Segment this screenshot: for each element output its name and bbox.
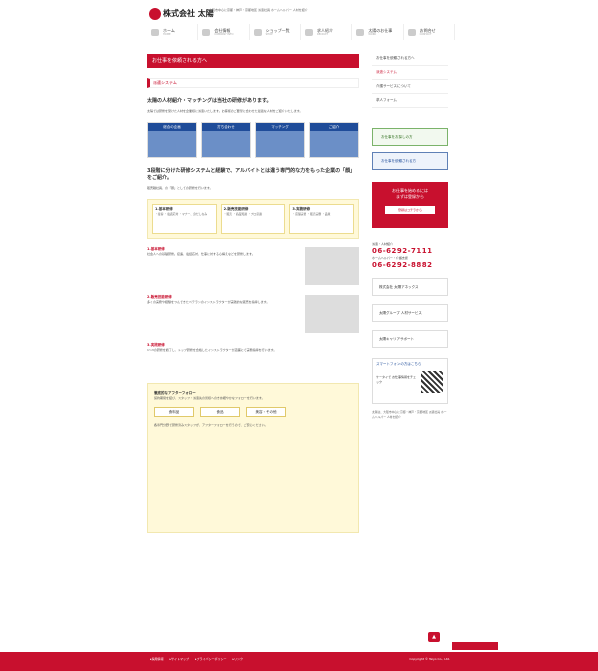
shop-icon <box>253 28 262 36</box>
flow-step: 総合の企画 <box>147 122 197 158</box>
header-tagline: 大阪市中心に京都・神戸・京都地区 派遣社員 ホームヘルパー 人材を紹介 <box>209 8 308 12</box>
find-work-button[interactable]: お仕事をお探しの方 <box>372 128 448 146</box>
banner-annex[interactable]: 株式会社 太陽アネックス <box>372 278 448 296</box>
intro-text: 太陽では研修を受けた人材を企業様に派遣いたします。お客様のご要望に合わせた最適な… <box>147 109 303 113</box>
sidebar-item-form[interactable]: 求人フォーム <box>372 94 448 108</box>
nav-item-shop[interactable]: ショップ一覧 SHOP <box>250 24 301 40</box>
step-image <box>256 131 304 157</box>
page-title: お仕事を依頼される方へ <box>147 54 359 68</box>
section-label: 派遣システム <box>147 78 359 88</box>
nav-item-home[interactable]: ホーム HOME <box>147 24 199 40</box>
footer-links: ▸採用情報 ▸サイトマップ ▸プライバシーポリシー ▸リンク <box>150 657 243 662</box>
sidebar-item-system[interactable]: 派遣システム <box>372 66 448 80</box>
city-skyline-icon <box>452 624 498 650</box>
heading-training: 3段階に分けた研修システムと経験で、アルバイトとは違う専門的な力をもった企業の「… <box>147 168 356 181</box>
staff-photo <box>305 247 359 285</box>
staff-photo <box>305 295 359 333</box>
sidebar-item-care[interactable]: 介護サービスについて <box>372 80 448 94</box>
training-boxes: 1.基本研修 ・接客 ・電話応対 ・マナー、身だしなみ 2.販売技能研修 ・販売 ・… <box>147 199 359 239</box>
category-tags: 食料品 食品 美容・その他 <box>154 407 352 417</box>
footer-link[interactable]: ▸リンク <box>232 657 243 662</box>
footer-link[interactable]: ▸プライバシーポリシー <box>195 657 226 662</box>
tag-foodstuff: 食料品 <box>154 407 194 417</box>
section-basic: 1.基本研修 社会人への基礎研修。接遇、電話応対、仕事に対する心構えなどを研修し… <box>147 247 359 287</box>
site-footer: ▸採用情報 ▸サイトマップ ▸プライバシーポリシー ▸リンク Copyright… <box>0 652 598 671</box>
copyright: Copyright © Taiyo Co., Ltd. <box>409 657 450 661</box>
section-sales: 2.販売技能研修 多くの実務や経験をつんできたベテランのインストラクターが実践的… <box>147 295 359 335</box>
tag-beauty: 美容・その他 <box>246 407 286 417</box>
site-header: 株式会社 太陽 大阪市中心に京都・神戸・京都地区 派遣社員 ホームヘルパー 人材… <box>147 6 447 22</box>
training-box: 3.実務研修 ・店舗実習 ・販売実務 ・品質 <box>289 204 355 234</box>
banner-career[interactable]: 太陽キャリアサポート <box>372 330 448 348</box>
briefcase-icon <box>356 28 365 36</box>
training-text: 販売職社員、の「顔」としての研修を行います。 <box>147 186 213 190</box>
flow-step: マッチング <box>255 122 305 158</box>
footer-link[interactable]: ▸採用情報 <box>150 657 164 662</box>
company-address: 太陽は、大阪市中心に京都・神戸・京都地区 派遣社員 ホームヘルパー 人材を紹介 <box>372 410 447 419</box>
register-cta: お仕事を始めるには まずは登録から 登録はコチラから <box>372 182 448 228</box>
home-icon <box>151 28 159 36</box>
step-image <box>148 131 196 157</box>
phone-number[interactable]: 06-6292-8882 <box>372 261 448 270</box>
banner-group[interactable]: 太陽グループ 人材サービス <box>372 304 448 322</box>
mobile-box: スマートフォンの方はこちら ケータイで お仕事情報をチェック <box>372 358 448 404</box>
page: 株式会社 太陽 大阪市中心に京都・神戸・京都地区 派遣社員 ホームヘルパー 人材… <box>0 0 598 671</box>
training-box: 1.基本研修 ・接客 ・電話応対 ・マナー、身だしなみ <box>152 204 217 234</box>
people-icon <box>304 28 313 36</box>
sidebar: お仕事を依頼される方へ 派遣システム 介護サービスについて 求人フォーム お仕事… <box>372 52 448 419</box>
sidebar-item-request[interactable]: お仕事を依頼される方へ <box>372 52 448 66</box>
section-practical: 3.実践研修 1〜3の研修を終了し、トップ研修を合格したインストラクターが店舗に… <box>147 343 277 352</box>
register-button[interactable]: 登録はコチラから <box>385 206 435 214</box>
flow-step: ご紹介 <box>309 122 359 158</box>
step-image <box>310 131 358 157</box>
building-icon <box>202 28 211 36</box>
after-follow-box: 徹底的なアフターフォロー 契約期間を結び、スタッフ・派遣先の皆様へのきめ細やかな… <box>147 383 359 533</box>
flow-step: 打ち合わせ <box>201 122 251 158</box>
phone-block: 派遣・人材紹介 06-6292-7111 ホームヘルパー・介護支援 06-629… <box>372 242 448 270</box>
nav-item-recruit[interactable]: 求人紹介 RECRUIT <box>301 24 353 40</box>
training-box: 2.販売技能研修 ・販売 ・商品知識 ・プロ意識 <box>220 204 286 234</box>
nav-item-contact[interactable]: お問合せ CONTACT <box>404 24 455 40</box>
nav-item-company[interactable]: 会社情報 COMPANY INFO <box>198 24 250 40</box>
page-top-button[interactable]: ▲ <box>428 632 440 642</box>
tag-food: 食品 <box>200 407 240 417</box>
global-nav: ホーム HOME 会社情報 COMPANY INFO ショップ一覧 SHOP 求人紹介… <box>147 24 455 40</box>
company-logo[interactable]: 株式会社 太陽 <box>163 7 214 21</box>
step-image <box>202 131 250 157</box>
mail-icon <box>407 28 416 36</box>
qr-code-icon <box>421 371 443 393</box>
footer-link[interactable]: ▸サイトマップ <box>170 657 190 662</box>
flow-steps: 総合の企画 打ち合わせ マッチング ご紹介 <box>147 122 359 158</box>
request-work-button[interactable]: お仕事を依頼される方 <box>372 152 448 170</box>
sun-logo-icon[interactable] <box>149 8 161 20</box>
heading-matching: 太陽の人材紹介・マッチングは当社の研修があります。 <box>147 98 272 104</box>
phone-number[interactable]: 06-6292-7111 <box>372 247 448 256</box>
main-content: お仕事を依頼される方へ 派遣システム 太陽の人材紹介・マッチングは当社の研修があ… <box>147 54 359 533</box>
nav-item-work[interactable]: 太陽のお仕事 WORK <box>352 24 404 40</box>
